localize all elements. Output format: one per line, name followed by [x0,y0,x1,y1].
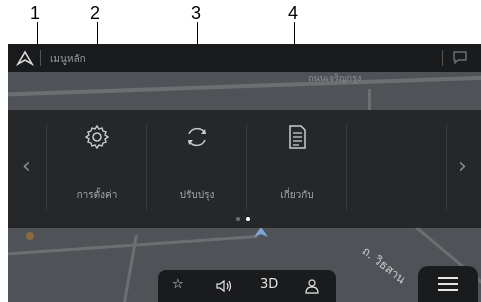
navigation-screen: ถนนเจริญกรุง ถ. วิธสาน เมนูหลัก ‹ การตั้… [8,44,481,302]
top-bar-divider [40,50,41,66]
hamburger-menu-icon[interactable] [418,266,478,302]
map-top-label: ถนนเจริญกรุง [308,74,362,84]
callout-4: 4 [288,3,299,23]
view-mode-button[interactable]: 3D [260,277,278,292]
page-dot-active[interactable] [246,217,250,221]
speaker-icon[interactable] [216,279,234,293]
about-tile[interactable]: เกี่ยวกับ [248,110,346,214]
main-menu-panel: ‹ การตั้งค่า ปรับปรุง เกี่ยวกับ › [8,110,481,228]
refresh-icon [188,127,206,147]
panel-divider [146,124,147,210]
callout-1: 1 [30,3,41,23]
document-icon [289,125,306,149]
top-bar: เมนูหลัก [8,44,481,72]
bottom-control-bar: ☆ 3D [158,270,336,302]
gear-icon [84,124,110,150]
update-tile[interactable]: ปรับปรุง [148,110,246,214]
map-road [8,74,481,98]
update-label: ปรับปรุง [179,190,215,201]
chevron-left-icon[interactable]: ‹ [22,154,31,179]
star-icon[interactable]: ☆ [172,277,184,292]
user-icon[interactable] [304,278,320,294]
navigation-arrow-icon[interactable] [16,50,34,66]
panel-divider [246,124,247,210]
hamburger-line [438,289,458,291]
hamburger-line [438,283,458,285]
callout-3: 3 [191,3,202,23]
callout-2: 2 [90,3,101,23]
top-bar-divider [442,50,443,66]
chevron-right-icon[interactable]: › [458,154,467,179]
map-poi-marker [26,232,34,240]
panel-divider [346,124,347,210]
menu-title: เมนูหลัก [50,54,86,65]
current-position-icon [254,227,268,237]
page-dot[interactable] [236,217,240,221]
panel-divider [46,124,47,210]
chat-bubble-icon[interactable] [452,50,468,64]
panel-divider [446,124,447,210]
settings-tile[interactable]: การตั้งค่า [48,110,146,214]
map-street-label: ถ. วิธสาน [359,243,409,287]
hamburger-line [438,277,458,279]
about-label: เกี่ยวกับ [280,190,314,201]
settings-label: การตั้งค่า [76,190,118,201]
